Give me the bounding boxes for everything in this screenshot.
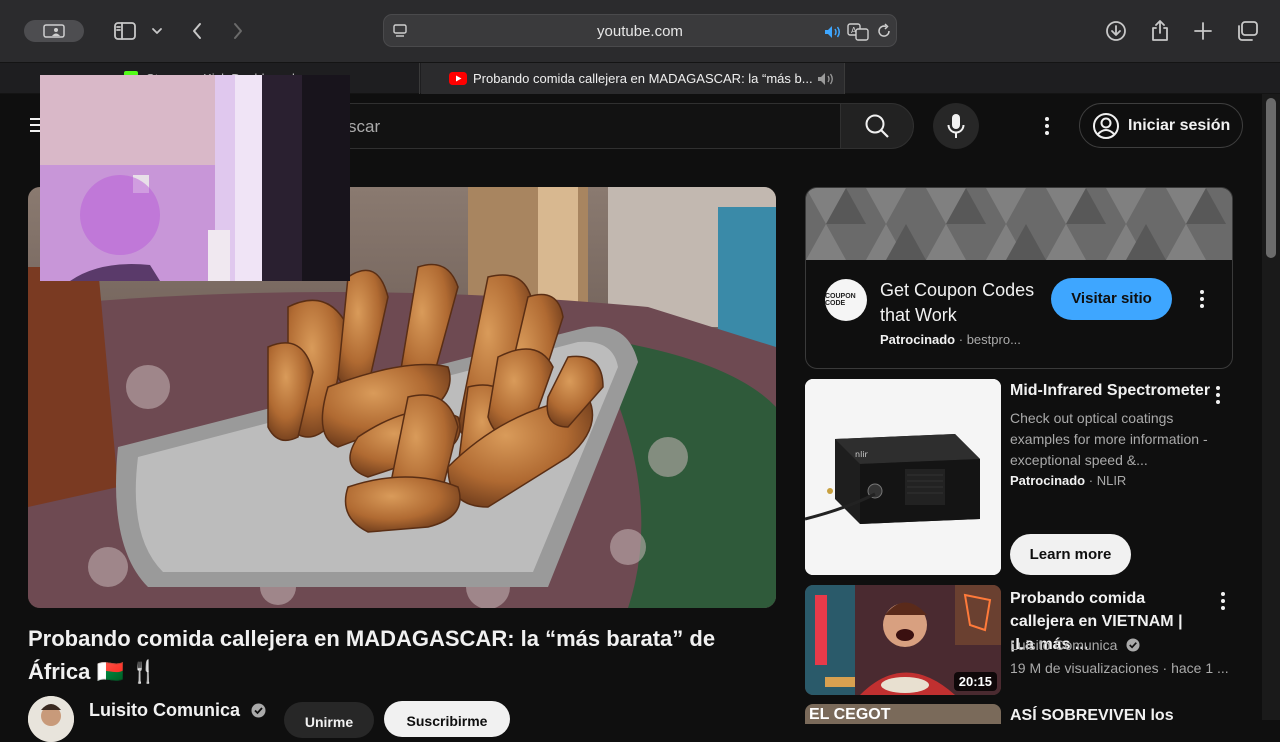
webcam-overlay [40,75,350,281]
promo-title: Mid-Infrared Spectrometer [1010,382,1211,399]
sponsored-ad-card[interactable]: COUPON CODE Get Coupon Codes that Work P… [805,187,1233,369]
ad-banner-pattern [806,188,1232,260]
learn-more-button[interactable]: Learn more [1010,534,1131,575]
sponsored-label: Patrocinado [880,332,956,347]
sidebar-toggle-button[interactable] [110,16,140,46]
youtube-favicon-icon [449,72,467,85]
window-switcher-button[interactable] [24,20,84,42]
share-icon [1152,20,1168,41]
sidebar-dropdown-button[interactable] [144,16,170,46]
chevron-left-icon [193,23,201,39]
microphone-icon [947,114,965,138]
sponsored-label: Patrocinado [1010,473,1086,488]
svg-text:A: A [851,26,857,35]
address-bar[interactable]: youtube.com A [383,14,897,47]
channel-name[interactable]: Luisito Comunica [89,700,266,721]
video-more-options-button[interactable] [1215,589,1231,613]
subscribe-button[interactable]: Suscribirme [384,701,510,737]
signin-label: Iniciar sesión [1128,116,1231,134]
recommended-video[interactable]: EL CEGOT ASÍ SOBREVIVEN los [805,704,1233,724]
tab-overview-icon [1238,21,1258,41]
product-brand: nlir [855,450,869,459]
ad-more-options-button[interactable] [1194,286,1210,312]
page-scrollbar[interactable] [1262,94,1280,720]
plus-icon [1194,22,1212,40]
sidebar-icon [114,22,136,40]
visit-site-button[interactable]: Visitar sitio [1051,278,1172,320]
tab-mute-icon[interactable] [817,72,835,86]
promoted-video-card[interactable]: nlir Mid-Infrared Spectrometer Check out… [805,379,1233,579]
recommended-video-meta: 19 M de visualizaciones · hace 1 ... [1010,660,1229,676]
promo-advertiser: NLIR [1096,473,1127,488]
promo-description: Check out optical coatings examples for … [1010,410,1208,468]
chevron-down-icon [152,28,162,34]
channel-name-text: Luisito Comunica [89,700,241,720]
tab-youtube-video[interactable]: Probando comida callejera en MADAGASCAR:… [421,63,845,94]
recommended-video-title: ASÍ SOBREVIVEN los [1010,707,1174,724]
search-input[interactable]: scar [325,103,840,149]
webcam-feed [40,75,350,281]
ad-logo: COUPON CODE [825,279,867,321]
scrollbar-thumb[interactable] [1266,98,1276,258]
promo-thumbnail[interactable]: nlir [805,379,1001,575]
settings-more-button[interactable] [1030,111,1064,141]
verified-badge-icon [1126,638,1140,652]
translate-icon[interactable]: A [847,23,869,41]
verified-badge-icon [251,703,266,718]
browser-toolbar: youtube.com A [0,0,1280,62]
video-thumbnail[interactable]: EL CEGOT [805,704,1001,724]
speaker-icon[interactable] [823,24,843,40]
channel-name-text: Luisito Comunica [1010,637,1118,653]
search-text: scar [348,117,381,136]
reload-icon[interactable] [876,23,892,39]
signin-button[interactable]: Iniciar sesión [1079,103,1243,148]
forward-button[interactable] [223,16,253,46]
recommended-video[interactable]: 20:15 Probando comida callejera en VIETN… [805,585,1233,697]
video-duration: 20:15 [953,672,997,691]
tab-overview-button[interactable] [1232,16,1262,46]
download-icon [1106,21,1126,41]
separator-dot: · [958,332,967,347]
share-button[interactable] [1145,16,1175,46]
channel-avatar[interactable] [28,696,74,742]
ad-title: Get Coupon Codes that Work [880,280,1035,325]
spectrometer-image: nlir [805,379,1001,575]
promo-sponsored-line: Patrocinado · NLIR [1010,473,1126,488]
address-text: youtube.com [597,23,683,40]
thumbnail-text: EL CEGOT [809,706,891,723]
avatar-image [28,696,74,742]
video-title: Probando comida callejera en MADAGASCAR:… [28,626,716,684]
separator-dot: · [1088,473,1097,488]
join-button[interactable]: Unirme [284,702,374,738]
ad-sponsored-line: Patrocinado · bestpro... [880,332,1021,347]
ad-domain: bestpro... [966,332,1021,347]
tab-title: Probando comida callejera en MADAGASCAR:… [473,71,813,86]
search-button[interactable] [840,103,914,149]
downloads-button[interactable] [1101,16,1131,46]
back-button[interactable] [182,16,212,46]
chevron-right-icon [234,23,242,39]
account-icon [1093,112,1119,139]
window-icon [43,24,65,38]
search-icon [865,114,889,138]
promo-more-options-button[interactable] [1210,383,1226,407]
new-tab-button[interactable] [1188,16,1218,46]
recommended-video-channel: Luisito Comunica [1010,637,1140,653]
channel-row: Luisito Comunica Unirme Suscribirme [28,696,788,742]
video-thumbnail[interactable]: 20:15 [805,585,1001,695]
voice-search-button[interactable] [933,103,979,149]
